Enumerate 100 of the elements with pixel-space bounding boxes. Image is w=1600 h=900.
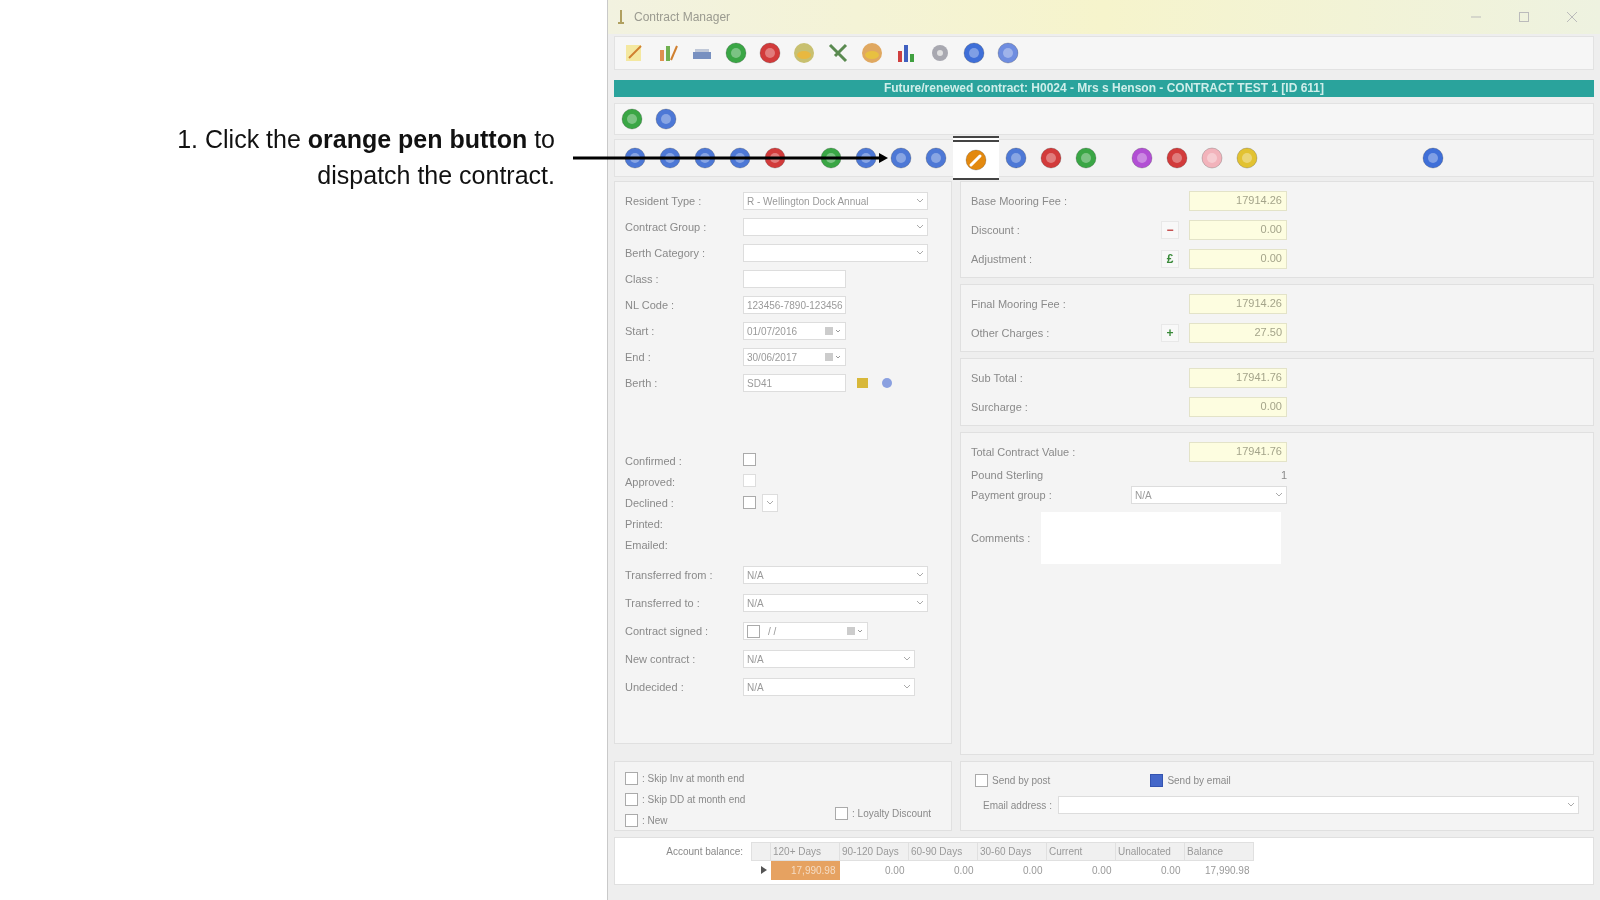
option-label: : Skip Inv at month end [642, 773, 745, 784]
circle-icon [1236, 147, 1258, 169]
caret-icon [1275, 492, 1283, 498]
field-label: Comments : [971, 532, 1032, 544]
pen-button[interactable] [953, 136, 999, 180]
field-label: Berth : [625, 377, 659, 389]
dropdown-field[interactable]: N/A [1131, 486, 1287, 504]
gear-icon[interactable] [929, 42, 951, 64]
toolbar-button[interactable] [819, 146, 843, 170]
adjust-button[interactable]: £ [1161, 249, 1179, 268]
field-label: NL Code : [625, 299, 676, 311]
dropdown-field[interactable]: N/A [743, 566, 928, 584]
field-label: Resident Type : [625, 195, 703, 207]
text-field[interactable]: 123456-7890-123456 [743, 296, 846, 314]
toolbar-button[interactable] [854, 146, 878, 170]
checkbox[interactable] [625, 793, 638, 806]
option-label: : Skip DD at month end [642, 794, 746, 805]
field-label: Emailed: [625, 538, 669, 551]
fee-label: Adjustment : [971, 252, 1034, 265]
field-label: Confirmed : [625, 454, 683, 467]
checkbox[interactable] [625, 772, 638, 785]
folder-icon[interactable] [856, 376, 870, 390]
option-label: Send by email [1167, 775, 1231, 786]
text-field[interactable] [743, 270, 846, 288]
app-icon [616, 9, 626, 25]
circle-icon [764, 147, 786, 169]
caret-icon [903, 656, 911, 662]
checkbox[interactable] [835, 807, 849, 820]
circle-icon [694, 147, 716, 169]
caret-icon [1567, 802, 1575, 808]
field-label: Contract Group : [625, 221, 708, 233]
fee-label: Sub Total : [971, 371, 1024, 384]
column-header: Balance [1184, 842, 1254, 861]
fee-label: Total Contract Value : [971, 445, 1077, 458]
adjust-button[interactable]: − [1161, 220, 1179, 239]
field-label: Start : [625, 325, 656, 337]
amount-field: 27.50 [1189, 322, 1287, 343]
checkbox[interactable] [743, 496, 756, 509]
tools-icon[interactable] [827, 42, 849, 64]
option-label: Send by post [992, 775, 1051, 786]
checkbox[interactable] [743, 453, 756, 466]
date-field[interactable]: 30/06/2017 [743, 348, 846, 366]
table-cell: 0.00 [839, 860, 909, 880]
calendar-icon[interactable] [824, 326, 842, 336]
option-label: : Loyalty Discount [852, 808, 931, 819]
fee-label: Other Charges : [971, 326, 1051, 339]
circle-icon [1422, 147, 1444, 169]
column-header: 90-120 Days [839, 842, 909, 861]
dropdown-field[interactable]: N/A [743, 678, 915, 696]
row-pointer-icon [760, 865, 767, 874]
caret-icon [903, 684, 911, 690]
toolbar-button[interactable] [728, 146, 752, 170]
text-field[interactable]: SD41 [743, 374, 846, 392]
circle-icon [1166, 147, 1188, 169]
caret-icon [916, 224, 924, 230]
checkbox[interactable] [625, 814, 638, 827]
dropdown-field[interactable] [762, 493, 778, 512]
toolbar-button[interactable] [693, 146, 717, 170]
field-label: Class : [625, 273, 660, 285]
dropdown-field[interactable]: N/A [743, 650, 915, 668]
note-pencil-icon[interactable] [623, 42, 645, 64]
date-field[interactable]: / / [743, 622, 868, 640]
field-label: End : [625, 351, 652, 363]
column-header: 30-60 Days [977, 842, 1047, 861]
circle-icon [729, 147, 751, 169]
dropdown-field[interactable] [743, 244, 928, 262]
maximize-icon[interactable] [1519, 12, 1529, 22]
column-header: 120+ Days [770, 842, 840, 861]
toolbar-button[interactable] [658, 146, 682, 170]
dropdown-field[interactable]: R - Wellington Dock Annual [743, 192, 928, 210]
instruction-text: 1. Click the orange pen button to dispatch the contract. [176, 124, 555, 191]
dropdown-field[interactable]: N/A [743, 594, 928, 612]
fee-label: Discount : [971, 223, 1021, 236]
field-label: New contract : [625, 653, 697, 665]
circle-icon [624, 147, 646, 169]
table-cell: 0.00 [908, 860, 978, 880]
caret-icon [916, 600, 924, 606]
window-title: Contract Manager [634, 10, 732, 24]
checkbox[interactable] [1150, 774, 1164, 787]
caret-icon [916, 572, 924, 578]
column-header: Current [1046, 842, 1116, 861]
currency-label: Pound Sterling [971, 469, 1044, 481]
calendar-icon[interactable] [824, 352, 842, 362]
fee-label: Surcharge : [971, 400, 1029, 413]
close-icon[interactable] [1567, 12, 1577, 22]
field-label: Transferred to : [625, 597, 701, 609]
contract-banner: Future/renewed contract: H0024 - Mrs s Henson - CONTRACT TEST 1 [ID 611] [614, 80, 1594, 97]
dropdown-field[interactable] [743, 218, 928, 236]
date-field[interactable]: 01/07/2016 [743, 322, 846, 340]
adjust-button[interactable]: + [1161, 323, 1179, 342]
toolbar-button[interactable] [623, 146, 647, 170]
calendar-icon[interactable] [846, 626, 864, 636]
dropdown-field[interactable] [1057, 796, 1579, 814]
bar-chart-icon[interactable] [895, 42, 917, 64]
circle-icon [855, 147, 877, 169]
checkbox[interactable] [975, 774, 988, 787]
toolbar-button[interactable] [763, 146, 787, 170]
amount-field: 17941.76 [1189, 441, 1287, 462]
field-label: Transferred from : [625, 569, 714, 581]
circle-icon [925, 147, 947, 169]
